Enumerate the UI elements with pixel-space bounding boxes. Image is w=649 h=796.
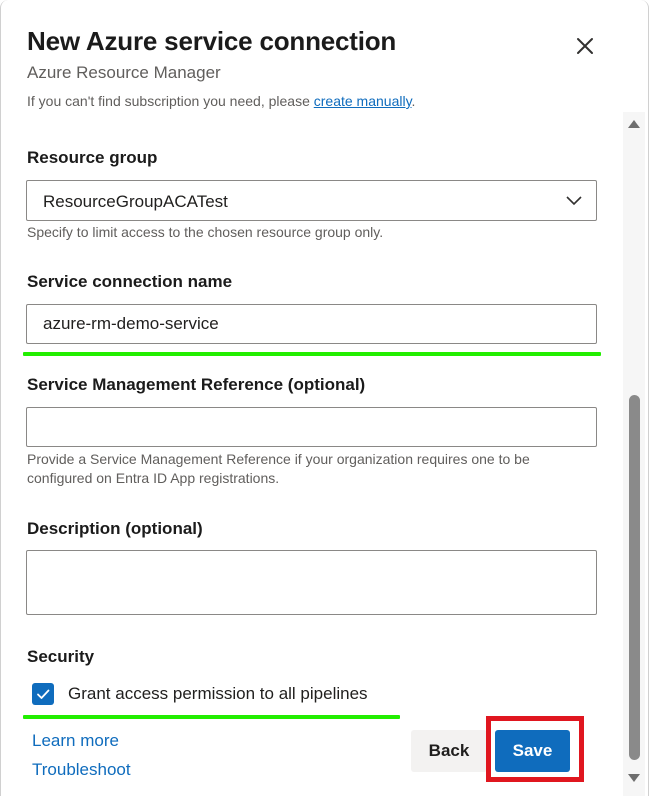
scrollbar-thumb[interactable] <box>629 395 640 760</box>
back-button[interactable]: Back <box>411 730 487 772</box>
service-management-reference-help: Provide a Service Management Reference i… <box>27 450 607 488</box>
subscription-hint: If you can't find subscription you need,… <box>27 96 415 112</box>
resource-group-value: ResourceGroupACATest <box>43 192 228 211</box>
subscription-hint-text: If you can't find subscription you need,… <box>27 96 314 109</box>
scroll-down-arrow-icon[interactable] <box>627 772 641 784</box>
resource-group-label: Resource group <box>27 148 158 167</box>
troubleshoot-link[interactable]: Troubleshoot <box>32 760 131 780</box>
learn-more-link[interactable]: Learn more <box>32 731 119 751</box>
description-label: Description (optional) <box>27 519 203 538</box>
description-textarea[interactable] <box>26 550 597 615</box>
service-connection-panel: New Azure service connection Azure Resou… <box>0 0 649 796</box>
checkmark-icon <box>37 689 50 699</box>
service-connection-name-label: Service connection name <box>27 272 233 291</box>
save-button[interactable]: Save <box>495 730 570 772</box>
resource-group-select[interactable]: ResourceGroupACATest <box>26 180 597 221</box>
service-management-reference-label: Service Management Reference (optional) <box>27 375 366 394</box>
dialog-subtitle: Azure Resource Manager <box>27 63 221 82</box>
service-management-reference-help-line1: Provide a Service Management Reference i… <box>27 451 530 467</box>
dialog-title: New Azure service connection <box>27 26 397 56</box>
scroll-up-arrow-icon[interactable] <box>627 118 641 130</box>
highlight-underline-security <box>23 715 400 719</box>
close-icon[interactable] <box>571 32 599 60</box>
grant-access-label[interactable]: Grant access permission to all pipelines <box>68 684 368 704</box>
grant-access-checkbox[interactable] <box>32 683 54 705</box>
chevron-down-icon <box>566 196 582 206</box>
resource-group-help: Specify to limit access to the chosen re… <box>27 224 384 240</box>
security-label: Security <box>27 647 95 666</box>
service-management-reference-help-line2: configured on Entra ID App registrations… <box>27 470 280 486</box>
service-connection-name-input[interactable] <box>26 304 597 344</box>
highlight-underline-name <box>23 352 601 356</box>
subscription-hint-suffix: . <box>411 96 416 109</box>
service-management-reference-input[interactable] <box>26 407 597 447</box>
create-manually-link[interactable]: create manually <box>314 96 412 109</box>
